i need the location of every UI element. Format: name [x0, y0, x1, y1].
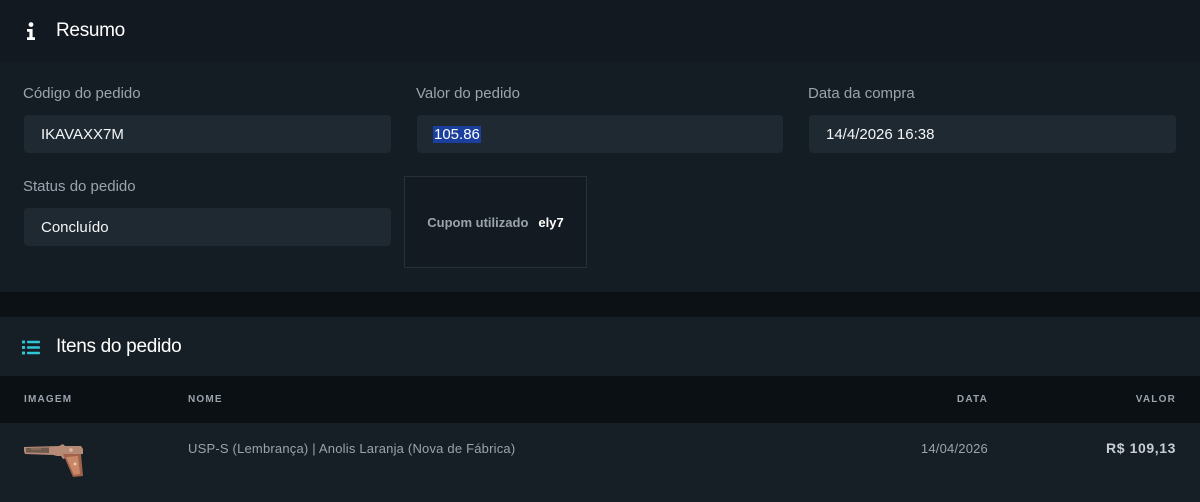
- order-value-field[interactable]: 105.86: [417, 115, 783, 153]
- order-status-field[interactable]: Concluído: [24, 208, 391, 246]
- order-code-value: IKAVAXX7M: [41, 125, 124, 143]
- order-items-card: Itens do pedido IMAGEM NOME DATA VALOR U…: [0, 317, 1200, 502]
- summary-title: Resumo: [56, 20, 125, 41]
- item-price: R$ 109,13: [1105, 440, 1176, 456]
- purchase-date-field[interactable]: 14/4/2026 16:38: [809, 115, 1176, 153]
- order-code-field[interactable]: IKAVAXX7M: [24, 115, 391, 153]
- column-date: DATA: [956, 394, 988, 405]
- summary-header: Resumo: [0, 0, 1200, 62]
- purchase-date-value: 14/4/2026 16:38: [826, 125, 935, 143]
- item-date: 14/04/2026: [920, 441, 988, 456]
- order-status-value: Concluído: [41, 218, 109, 236]
- list-icon: [22, 337, 40, 357]
- coupon-label: Cupom utilizado: [427, 214, 529, 230]
- order-status-label: Status do pedido: [23, 178, 136, 195]
- info-icon: [22, 21, 40, 41]
- items-header: Itens do pedido: [0, 317, 1200, 376]
- column-image: IMAGEM: [24, 394, 73, 405]
- table-row[interactable]: USP-S (Lembrança) | Anolis Laranja (Nova…: [0, 423, 1200, 502]
- items-table-header: IMAGEM NOME DATA VALOR: [0, 376, 1200, 423]
- pistol-skin-icon: [23, 442, 85, 483]
- order-code-label: Código do pedido: [23, 85, 141, 102]
- column-value: VALOR: [1135, 394, 1176, 405]
- coupon-box: Cupom utilizado ely7: [404, 176, 587, 268]
- order-value-label: Valor do pedido: [416, 85, 520, 102]
- order-value-value: 105.86: [433, 125, 481, 143]
- coupon-code: ely7: [538, 214, 564, 230]
- item-name: USP-S (Lembrança) | Anolis Laranja (Nova…: [188, 441, 516, 456]
- column-name: NOME: [188, 394, 223, 405]
- purchase-date-label: Data da compra: [808, 85, 915, 102]
- summary-card: Resumo Código do pedido IKAVAXX7M Valor …: [0, 0, 1200, 292]
- items-title: Itens do pedido: [56, 335, 182, 357]
